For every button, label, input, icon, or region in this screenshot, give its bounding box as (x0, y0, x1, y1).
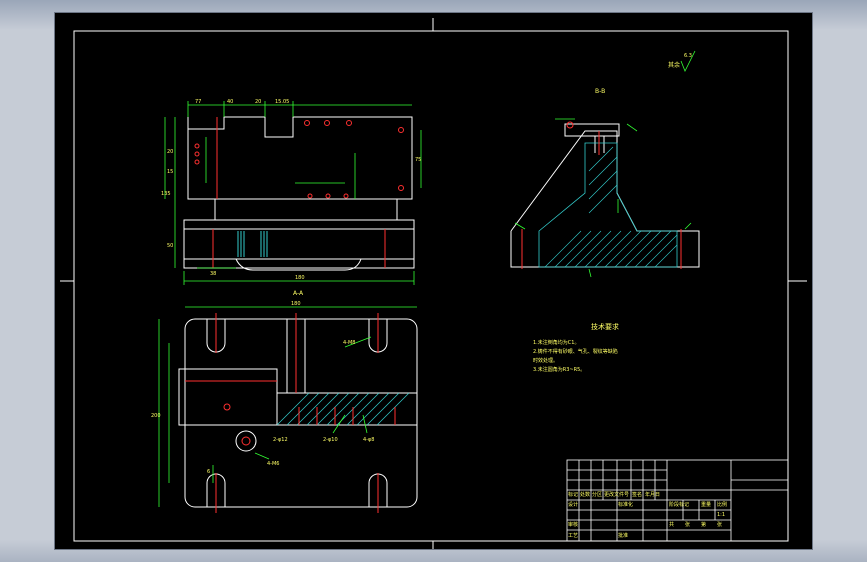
dim-top-4: 15.05 (275, 99, 289, 105)
dim-small: 6 (207, 469, 210, 475)
tech-line-1: 1.未注倒角均为C1。 (533, 339, 579, 346)
dim-top-2: 40 (227, 99, 233, 105)
tb-row-mark: 标记 (568, 491, 578, 498)
dim-overall-height: 135 (161, 191, 171, 197)
tb-approve: 批准 (618, 532, 628, 539)
tb-scale-value: 1:1 (717, 512, 725, 518)
roughness-value: 6.3 (684, 53, 692, 59)
section-label-a: A-A (293, 290, 304, 297)
tb-row-review: 审核 (568, 521, 578, 528)
front-view-holes (194, 117, 404, 268)
callout-2-phi10: 2-φ10 (323, 437, 338, 443)
front-view-hatch (237, 231, 268, 257)
section-holes (521, 121, 682, 269)
dim-overall-width: 180 (295, 275, 305, 281)
tb-scale: 比例 (717, 501, 727, 508)
front-view-dim-text: 77 40 20 15.05 180 135 38 20 15 50 75 (161, 99, 421, 281)
dim-left-3: 50 (167, 243, 173, 249)
tb-row-process: 工艺 (568, 533, 578, 539)
dim-top-1: 77 (195, 99, 201, 105)
tb-weight: 重量 (701, 501, 711, 508)
dim-top-3: 20 (255, 99, 261, 105)
dim-bottom-width: 38 (210, 271, 216, 277)
tb-std: 标准化 (618, 501, 633, 508)
callout-2-phi12: 2-φ12 (273, 437, 288, 443)
tb-sheet-2: 张 (685, 521, 690, 528)
tb-mid-5: 年月日 (645, 491, 660, 498)
plan-view-holes (185, 313, 396, 513)
drawing-sheet: 77 40 20 15.05 180 135 38 20 15 50 75 A-… (55, 13, 812, 549)
tb-mid-3: 更改文件号 (604, 491, 629, 498)
cad-viewport[interactable]: 77 40 20 15.05 180 135 38 20 15 50 75 A-… (0, 0, 867, 562)
tb-sheet-1: 共 (669, 521, 674, 528)
tb-sheet-4: 张 (717, 521, 722, 528)
title-block (566, 459, 789, 542)
front-view (183, 116, 415, 271)
inner-frame (73, 30, 789, 542)
roughness-symbol: 其余 6.3 (668, 50, 696, 72)
section-hatch-area (538, 142, 678, 268)
tb-sheet-3: 第 (701, 521, 706, 528)
tb-mid-2: 分区 (592, 491, 602, 498)
dim-plan-height: 200 (151, 413, 161, 419)
front-view-outline (187, 116, 413, 200)
title-block-text: 标记 设计 审核 工艺 处数 分区 更改文件号 签名 年月日 标准化 批准 阶段… (568, 491, 727, 539)
front-view-base (183, 219, 415, 269)
tb-mid-1: 处数 (580, 491, 590, 498)
plan-view-hatch (276, 392, 410, 426)
cad-drawing: 77 40 20 15.05 180 135 38 20 15 50 75 A-… (60, 18, 807, 549)
roughness-note: 其余 (668, 61, 680, 69)
tech-line-4: 3.未注圆角为R3~R5。 (533, 366, 585, 373)
tech-title: 技术要求 (591, 322, 619, 331)
tech-line-2: 2.铸件不得有砂眼、气孔、裂纹等缺陷 (533, 348, 618, 355)
plan-view-outline (184, 318, 418, 508)
callout-4-m6: 4-M6 (267, 461, 279, 467)
tb-row-design: 设计 (568, 501, 578, 508)
section-label-b: B-B (595, 88, 605, 95)
callout-4-phi8: 4-φ8 (363, 437, 374, 443)
tb-mid-4: 签名 (632, 491, 642, 498)
tb-stage: 阶段标记 (669, 501, 689, 508)
dim-left-4: 75 (415, 157, 421, 163)
section-hatch (544, 146, 678, 268)
tech-requirements: 技术要求 1.未注倒角均为C1。 2.铸件不得有砂眼、气孔、裂纹等缺陷 时效处理… (533, 322, 619, 373)
dim-left-1: 20 (167, 149, 173, 155)
dim-left-2: 15 (167, 169, 173, 175)
callout-4-m8: 4-M8 (343, 340, 355, 346)
dim-plan-width: 180 (291, 301, 301, 307)
plan-view (178, 318, 418, 508)
tech-line-3: 时效处理。 (533, 357, 558, 364)
